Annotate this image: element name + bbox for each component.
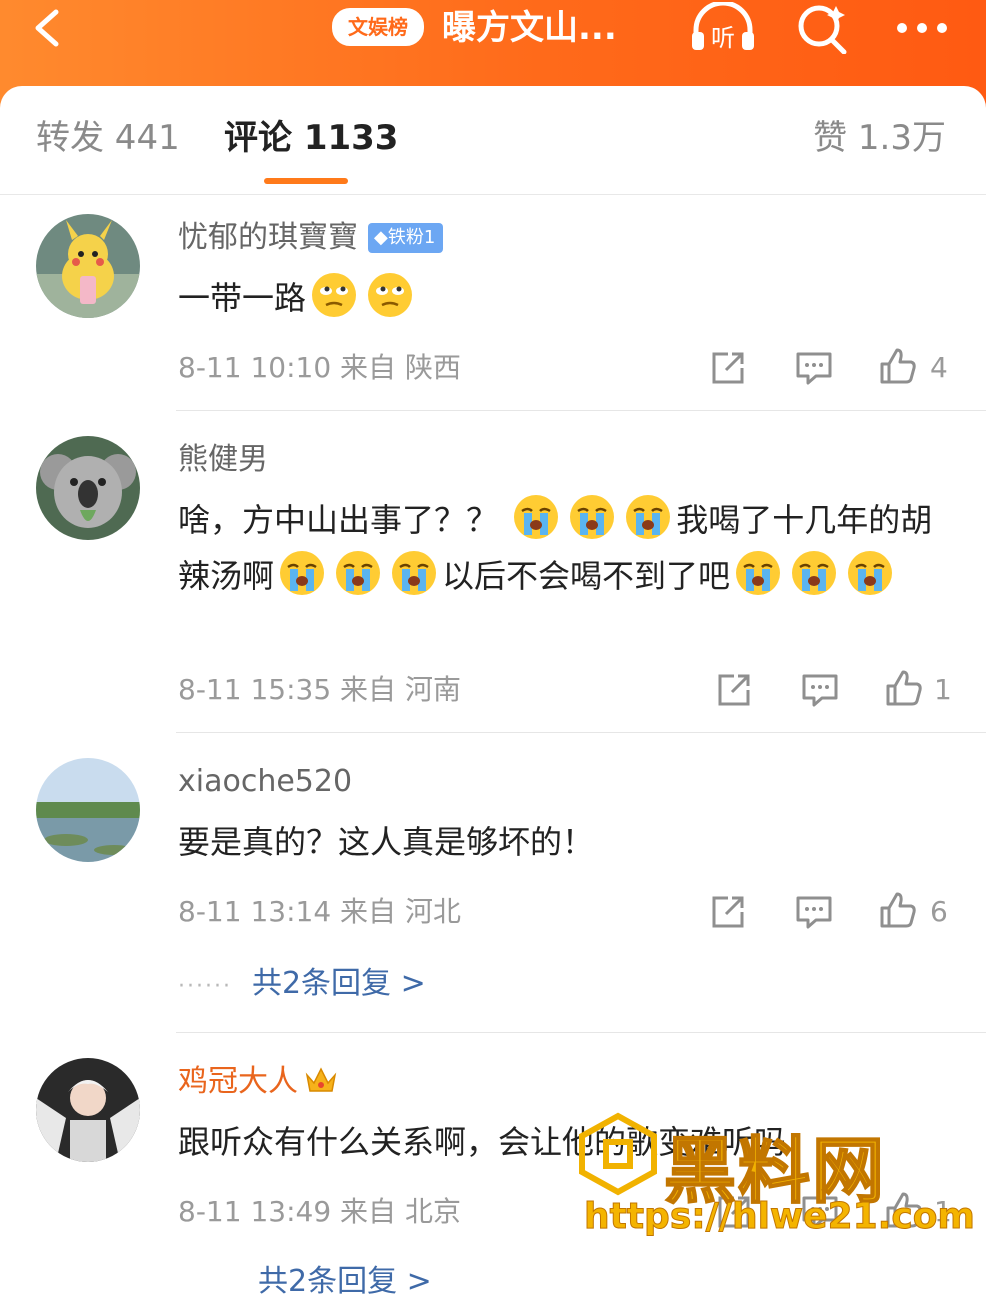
back-arrow-icon[interactable] bbox=[28, 6, 68, 50]
comment-text: 啥，方中山出事了？？ 我喝了十几年的胡辣汤啊 以后不会喝不到了吧 bbox=[178, 492, 948, 604]
reply-icon[interactable] bbox=[800, 1192, 840, 1232]
crying-emoji-icon bbox=[570, 495, 615, 539]
comment-username[interactable]: 熊健男 bbox=[178, 440, 268, 480]
like-thumb-icon[interactable] bbox=[878, 346, 918, 386]
comment-meta: 8-11 13:14 来自 河北 bbox=[178, 892, 461, 932]
share-icon[interactable] bbox=[708, 348, 748, 388]
active-tab-indicator bbox=[264, 178, 348, 184]
like-thumb-icon[interactable] bbox=[884, 668, 924, 708]
comment-divider bbox=[176, 1032, 986, 1033]
like-count: 1 bbox=[934, 1195, 952, 1228]
like-count: 1 bbox=[934, 673, 952, 706]
comment-time: 8-11 13:49 bbox=[178, 1195, 332, 1228]
comment-from-label: 来自 bbox=[340, 895, 397, 928]
tab-repost[interactable]: 转发 441 bbox=[36, 116, 180, 160]
fan-badge-label: 铁粉1 bbox=[387, 227, 436, 248]
comment-meta: 8-11 15:35 来自 河南 bbox=[178, 670, 461, 710]
comment-location: 河南 bbox=[404, 673, 461, 706]
comment-item: 忧郁的琪寶寶 ◆铁粉1 一带一路 8-11 10:10 来自 陕西 4 bbox=[0, 214, 986, 410]
comment-location: 河北 bbox=[404, 895, 461, 928]
comment-divider bbox=[176, 732, 986, 733]
share-icon[interactable] bbox=[714, 670, 754, 710]
lake-avatar[interactable] bbox=[36, 758, 140, 862]
search-icon[interactable] bbox=[794, 2, 850, 54]
crying-emoji-icon bbox=[848, 551, 893, 595]
comment-meta: 8-11 13:49 来自 北京 bbox=[178, 1192, 461, 1232]
comment-time: 8-11 10:10 bbox=[178, 351, 332, 384]
like-count: 4 bbox=[930, 351, 948, 384]
tab-likes[interactable]: 赞 1.3万 bbox=[813, 116, 946, 160]
performer-avatar[interactable] bbox=[36, 1058, 140, 1162]
comment-text: 跟听众有什么关系啊，会让他的歌变难听吗 bbox=[178, 1123, 787, 1161]
comment-text: 一带一路 bbox=[178, 270, 948, 326]
pikachu-avatar[interactable] bbox=[36, 214, 140, 318]
comment-text-part: 啥，方中山出事了？？ bbox=[178, 501, 499, 539]
comment-item: 熊健男 啥，方中山出事了？？ 我喝了十几年的胡辣汤啊 以后不会喝不到了吧 8-11… bbox=[0, 436, 986, 732]
comment-location: 陕西 bbox=[404, 351, 461, 384]
share-icon[interactable] bbox=[714, 1192, 754, 1232]
koala-avatar[interactable] bbox=[36, 436, 140, 540]
crying-emoji-icon bbox=[392, 551, 437, 595]
reply-icon[interactable] bbox=[800, 670, 840, 710]
view-replies-label[interactable]: 共2条回复 > bbox=[252, 966, 426, 1001]
comment-text-part: 我喝了十几年 bbox=[676, 501, 869, 539]
comment-username[interactable]: xiaoche520 bbox=[178, 762, 352, 802]
username-text[interactable]: 鸡冠大人 bbox=[178, 1064, 298, 1099]
comment-username[interactable]: 忧郁的琪寶寶 ◆铁粉1 bbox=[178, 218, 444, 258]
comment-username[interactable]: 鸡冠大人 bbox=[178, 1062, 338, 1102]
username-text[interactable]: 忧郁的琪寶寶 bbox=[178, 220, 358, 255]
page-title: 曝方文山... bbox=[442, 8, 617, 48]
comment-from-label: 来自 bbox=[340, 351, 397, 384]
like-thumb-icon[interactable] bbox=[884, 1190, 924, 1230]
crying-emoji-icon bbox=[792, 551, 837, 595]
tab-comments[interactable]: 评论 1133 bbox=[224, 116, 398, 160]
tab-bar: 转发 441 评论 1133 赞 1.3万 bbox=[0, 86, 986, 195]
comment-divider bbox=[176, 410, 986, 411]
view-replies-link[interactable]: 共2条回复 > bbox=[178, 1262, 432, 1302]
comment-time: 8-11 15:35 bbox=[178, 673, 332, 706]
comment-location: 北京 bbox=[404, 1195, 461, 1228]
crown-icon bbox=[305, 1067, 337, 1092]
view-replies-label[interactable]: 共2条回复 > bbox=[258, 1264, 432, 1299]
comment-text: 要是真的？这人真是够坏的！ bbox=[178, 823, 595, 861]
more-options-icon[interactable] bbox=[892, 2, 952, 54]
like-thumb-icon[interactable] bbox=[878, 890, 918, 930]
eye-roll-emoji-icon bbox=[312, 273, 357, 317]
comment-item: 鸡冠大人 跟听众有什么关系啊，会让他的歌变难听吗 8-11 13:49 来自 北… bbox=[0, 1058, 986, 1299]
fan-badge: ◆铁粉1 bbox=[368, 223, 444, 253]
reply-icon[interactable] bbox=[794, 892, 834, 932]
comment-text-part: 以后不会喝不到了吧 bbox=[442, 557, 731, 595]
crying-emoji-icon bbox=[736, 551, 781, 595]
crying-emoji-icon bbox=[336, 551, 381, 595]
diamond-icon: ◆ bbox=[374, 227, 388, 248]
view-replies-link[interactable]: ······ 共2条回复 > bbox=[178, 964, 426, 1007]
comment-from-label: 来自 bbox=[340, 1195, 397, 1228]
share-icon[interactable] bbox=[708, 892, 748, 932]
hot-list-badge[interactable]: 文娱榜 bbox=[332, 8, 424, 46]
crying-emoji-icon bbox=[514, 495, 559, 539]
comment-from-label: 来自 bbox=[340, 673, 397, 706]
svg-text:听: 听 bbox=[711, 24, 735, 52]
comment-meta: 8-11 10:10 来自 陕西 bbox=[178, 348, 461, 388]
comment-time: 8-11 13:14 bbox=[178, 895, 332, 928]
like-count: 6 bbox=[930, 895, 948, 928]
reply-icon[interactable] bbox=[794, 348, 834, 388]
comment-text-content: 一带一路 bbox=[178, 279, 307, 317]
crying-emoji-icon bbox=[626, 495, 671, 539]
crying-emoji-icon bbox=[280, 551, 325, 595]
replies-dots: ······ bbox=[178, 974, 232, 999]
comment-item: xiaoche520 要是真的？这人真是够坏的！ 8-11 13:14 来自 河… bbox=[0, 758, 986, 1032]
eye-roll-emoji-icon bbox=[368, 273, 413, 317]
listen-headphones-icon[interactable]: 听 bbox=[688, 2, 758, 54]
